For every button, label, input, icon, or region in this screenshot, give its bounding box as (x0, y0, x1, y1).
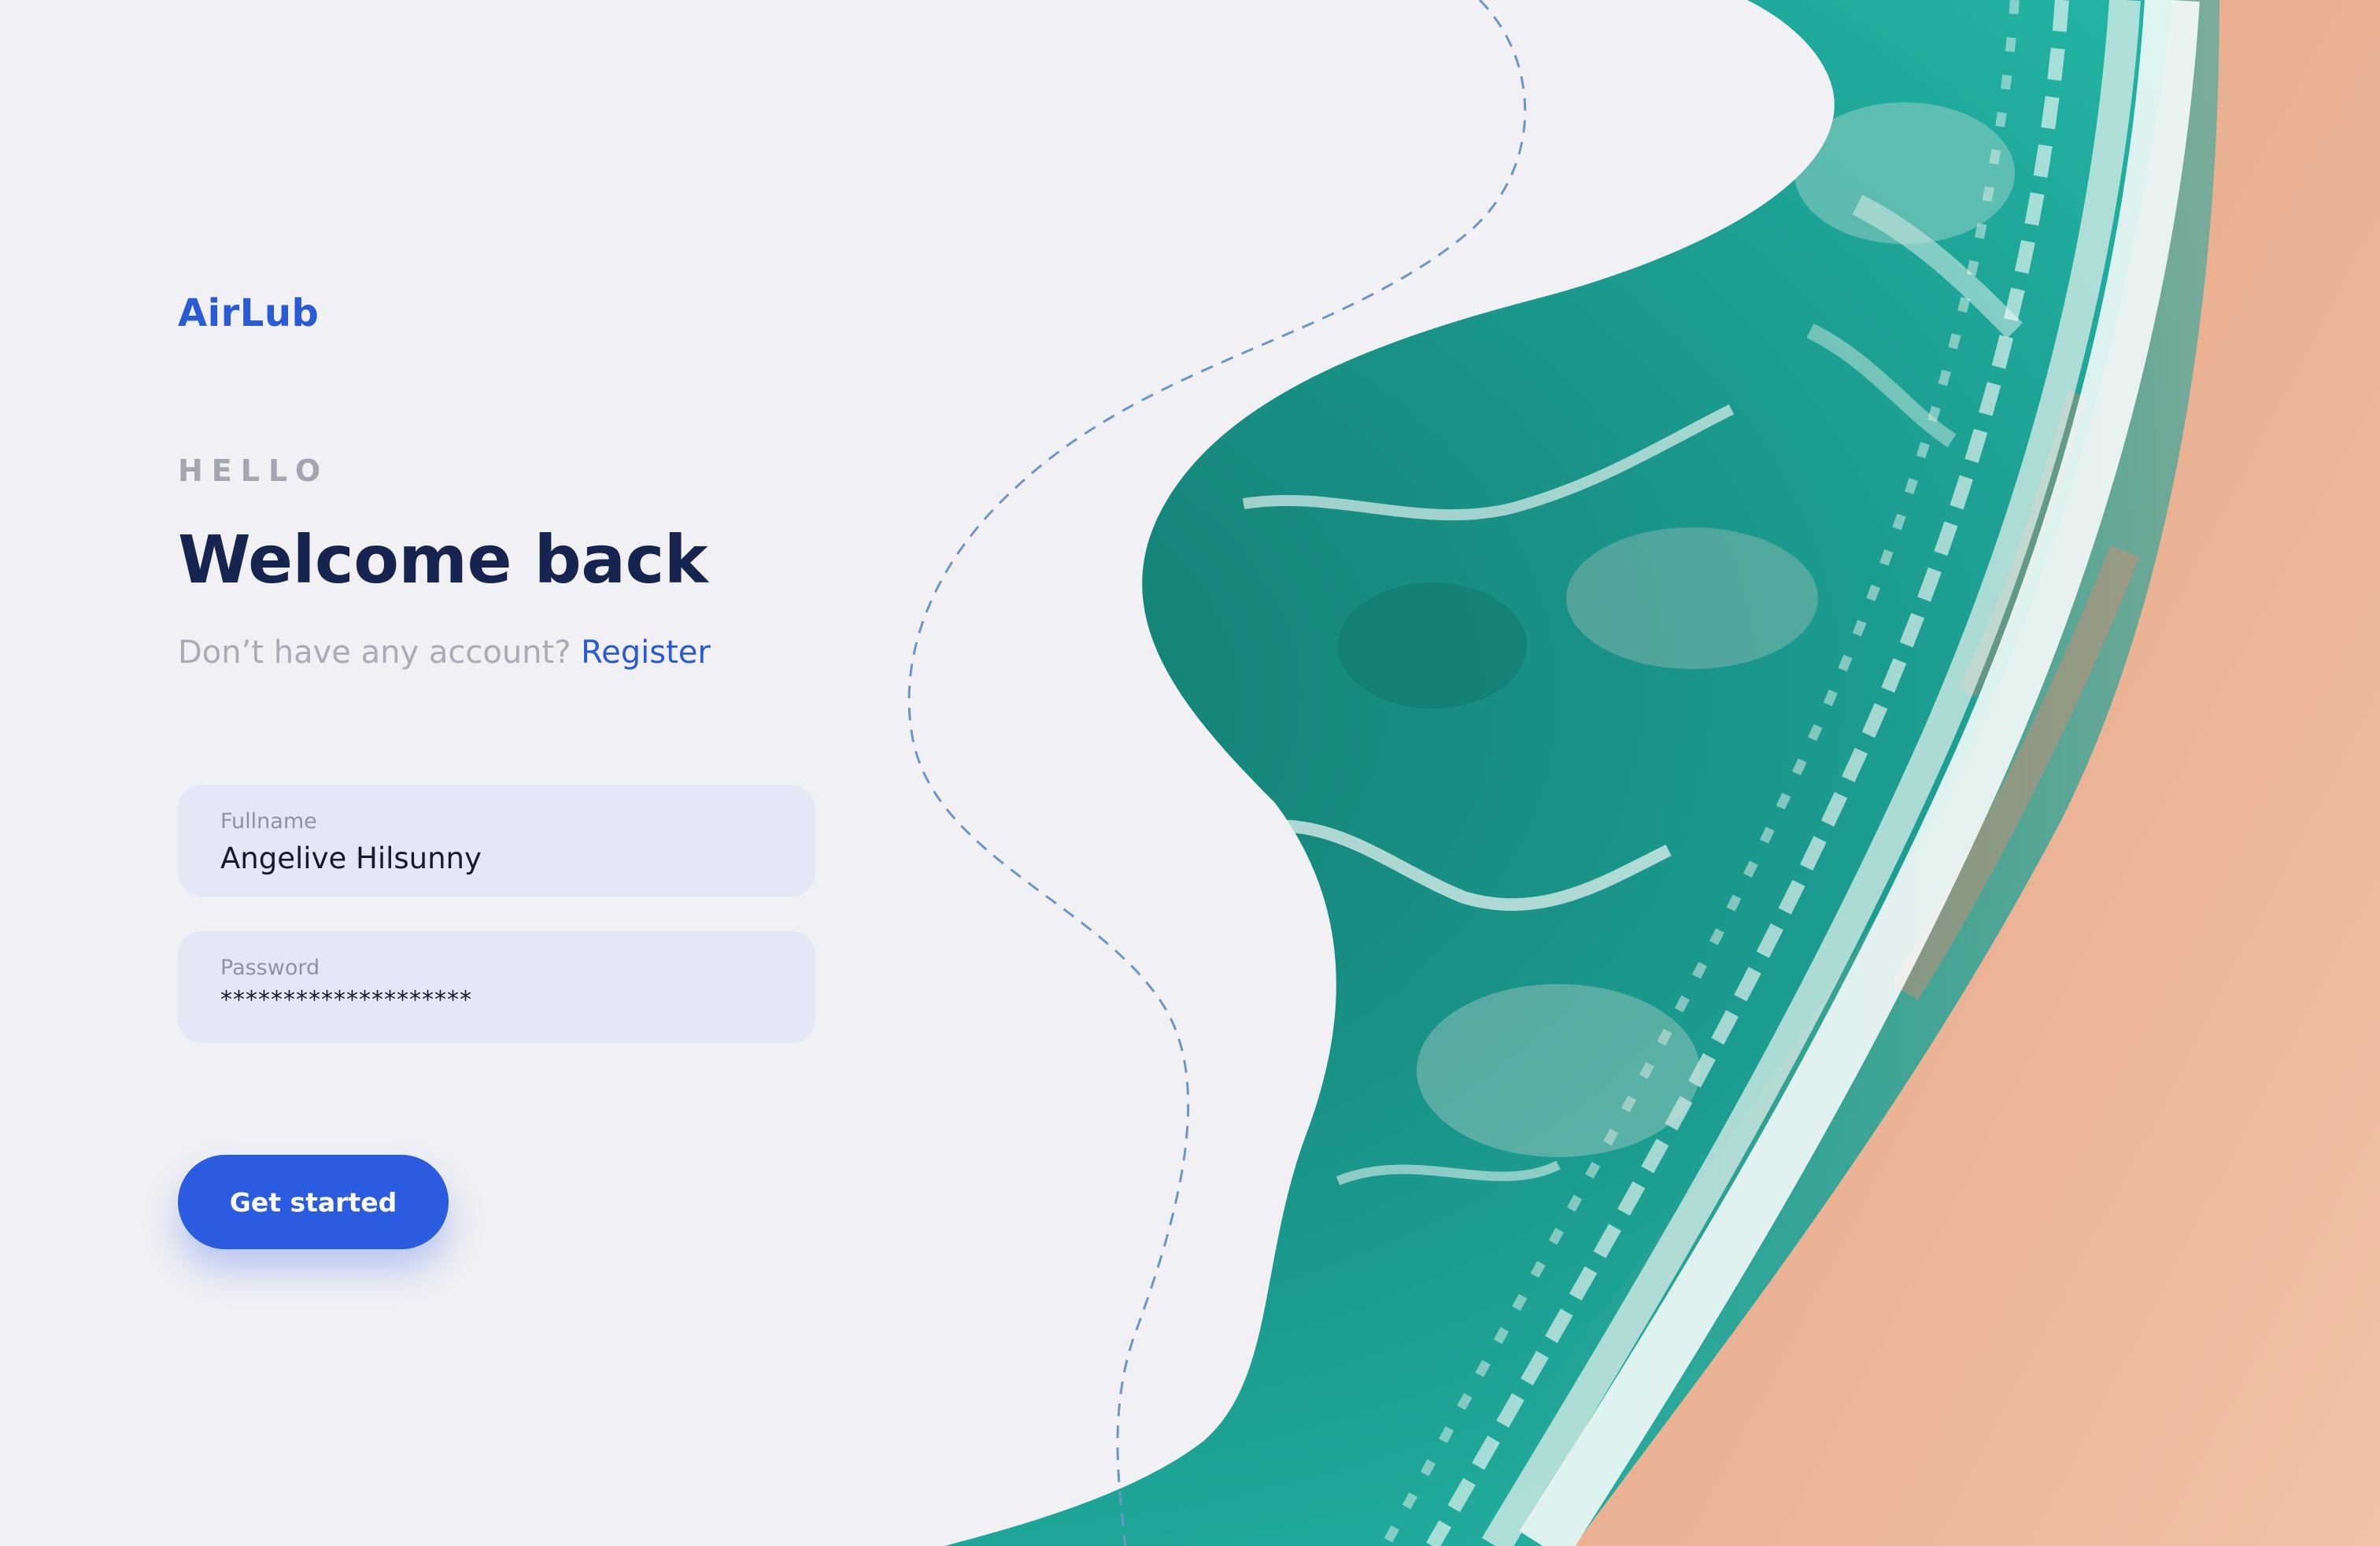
password-label: Password (220, 956, 320, 980)
register-prompt: Don’t have any account? Register (178, 634, 711, 671)
greeting-eyebrow: HELLO (178, 453, 330, 488)
page-title: Welcome back (178, 521, 708, 598)
fullname-input[interactable]: Angelive Hilsunny (220, 841, 815, 876)
fullname-field[interactable]: Fullname Angelive Hilsunny (178, 785, 815, 897)
password-field[interactable]: Password ******************** (178, 931, 815, 1043)
beach-aerial-image (907, 0, 2380, 1546)
password-input[interactable]: ******************** (220, 983, 815, 1018)
get-started-button[interactable]: Get started (178, 1155, 449, 1249)
fullname-label: Fullname (220, 809, 317, 834)
register-prompt-text: Don’t have any account? (178, 634, 571, 671)
login-page: AirLub HELLO Welcome back Don’t have any… (0, 0, 2380, 1546)
brand-logo[interactable]: AirLub (178, 291, 319, 335)
register-link[interactable]: Register (581, 634, 711, 671)
